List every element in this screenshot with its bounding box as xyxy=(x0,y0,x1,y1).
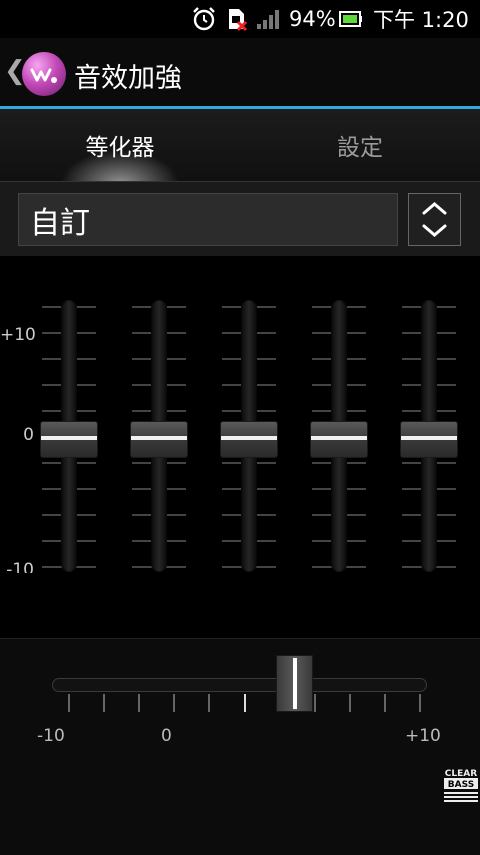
clear-bass-tick-mark xyxy=(173,694,175,712)
preset-selector[interactable]: 自訂 xyxy=(18,193,398,246)
eq-handle-line xyxy=(41,436,97,440)
eq-handle-line xyxy=(131,436,187,440)
clear-bass-tick-mark xyxy=(208,694,210,712)
clear-bass-max-label: +10 xyxy=(405,726,441,746)
active-tab-indicator xyxy=(60,150,180,184)
clear-bass-tick-mark xyxy=(314,694,316,712)
battery-percent: 94% xyxy=(289,7,336,31)
clear-bass-tick-mark xyxy=(349,694,351,712)
clear-bass-handle-line xyxy=(293,658,297,709)
svg-text:CLEAR: CLEAR xyxy=(445,769,477,779)
clear-bass-zero-label: 0 xyxy=(161,726,172,746)
clear-bass-tick-mark xyxy=(138,694,140,712)
action-bar xyxy=(0,38,480,106)
status-time: 下午 1:20 xyxy=(373,8,469,32)
eq-scale-min: -10 xyxy=(6,560,34,573)
clear-bass-tick-mark xyxy=(103,694,105,712)
clear-bass-tick-mark xyxy=(244,694,246,712)
clear-bass-tick-mark xyxy=(419,694,421,712)
clear-bass-tick-mark xyxy=(384,694,386,712)
eq-band-slider-handle[interactable] xyxy=(401,422,457,457)
eq-scale-zero: 0 xyxy=(23,425,34,445)
eq-handle-line xyxy=(401,436,457,440)
preset-spinner-button[interactable] xyxy=(408,193,461,246)
sim-error-icon xyxy=(226,0,248,38)
eq-band-slider-handle[interactable] xyxy=(131,422,187,457)
clear-bass-panel xyxy=(0,638,480,855)
tab-settings[interactable]: 設定 xyxy=(240,109,480,181)
page-title: 音效加強 xyxy=(74,63,182,94)
clear-bass-slider-handle[interactable] xyxy=(277,656,312,711)
battery-icon xyxy=(339,0,363,38)
eq-scale-max: +10 xyxy=(0,325,36,345)
clear-bass-track[interactable] xyxy=(52,678,427,692)
clear-bass-logo-icon: CLEAR BASS xyxy=(443,767,479,803)
walkman-app-icon[interactable] xyxy=(22,52,66,96)
eq-band-slider-handle[interactable] xyxy=(311,422,367,457)
clear-bass-tick-mark xyxy=(68,694,70,712)
status-bar: 94% 下午 1:20 xyxy=(0,0,480,38)
eq-handle-line xyxy=(311,436,367,440)
clear-bass-min-label: -10 xyxy=(37,726,65,746)
eq-band-slider-handle[interactable] xyxy=(221,422,277,457)
svg-text:BASS: BASS xyxy=(448,780,474,790)
eq-handle-line xyxy=(221,436,277,440)
eq-band-slider-handle[interactable] xyxy=(41,422,97,457)
alarm-icon xyxy=(191,0,217,38)
signal-icon xyxy=(256,0,282,38)
up-down-chevron-icon xyxy=(422,202,447,237)
